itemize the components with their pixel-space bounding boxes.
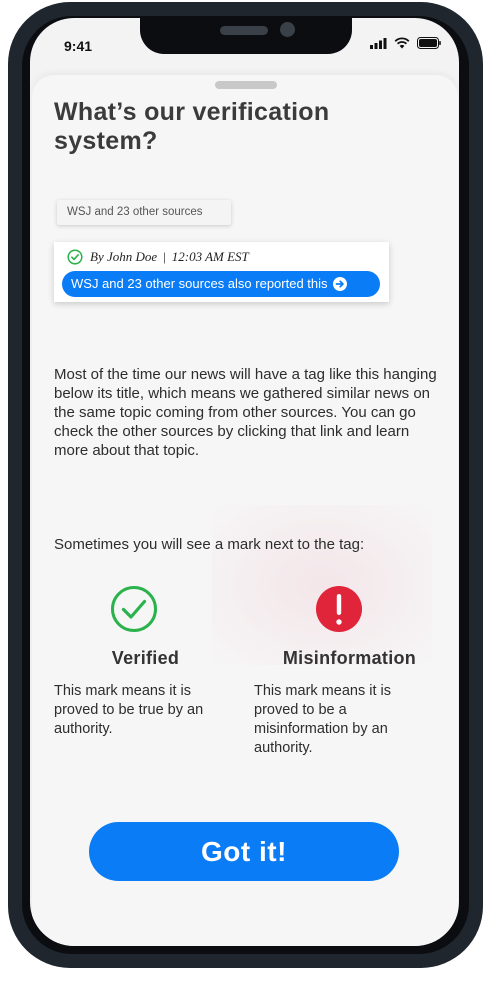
mark-misinformation-title: Misinformation (282, 648, 417, 668)
verified-check-icon (67, 249, 83, 265)
marks-intro: Sometimes you will see a mark next to th… (54, 536, 365, 553)
source-chip: WSJ and 23 other sources (57, 200, 231, 225)
other-sources-label: WSJ and 23 other sources also reported t… (71, 276, 328, 291)
camera (280, 22, 295, 37)
speaker (220, 26, 268, 35)
status-time: 9:41 (64, 38, 93, 54)
author-name: By John Doe (90, 249, 158, 264)
battery-icon (417, 37, 441, 49)
exclamation-circle-icon (316, 586, 362, 632)
wifi-icon (394, 37, 410, 49)
check-circle-icon (111, 586, 157, 632)
mark-misinformation-description: This mark means it is proved to be a mis… (254, 683, 391, 756)
byline-separator: | (163, 249, 166, 264)
tag-preview-card: By John Doe | 12:03 AM EST WSJ and 23 ot… (54, 242, 389, 302)
timestamp: 12:03 AM EST (171, 249, 249, 264)
notch (140, 18, 352, 54)
byline: By John Doe | 12:03 AM EST (67, 249, 249, 265)
explanation-paragraph: Most of the time our news will have a ta… (54, 366, 437, 459)
sheet-grabber[interactable] (215, 81, 277, 89)
mark-verified-title: Verified (111, 648, 180, 668)
status-icons (370, 37, 441, 49)
signal-icon (370, 37, 387, 49)
mark-verified-description: This mark means it is proved to be true … (54, 683, 204, 737)
other-sources-link[interactable]: WSJ and 23 other sources also reported t… (62, 271, 380, 297)
phone-screen: 9:41 What’s our verification system? WSJ… (30, 18, 459, 946)
verification-sheet: What’s our verification system? WSJ and … (32, 75, 458, 946)
got-it-button[interactable]: Got it! (89, 822, 399, 881)
page-title: What’s our verification system? (54, 98, 330, 155)
arrow-right-circle-icon (332, 277, 347, 291)
